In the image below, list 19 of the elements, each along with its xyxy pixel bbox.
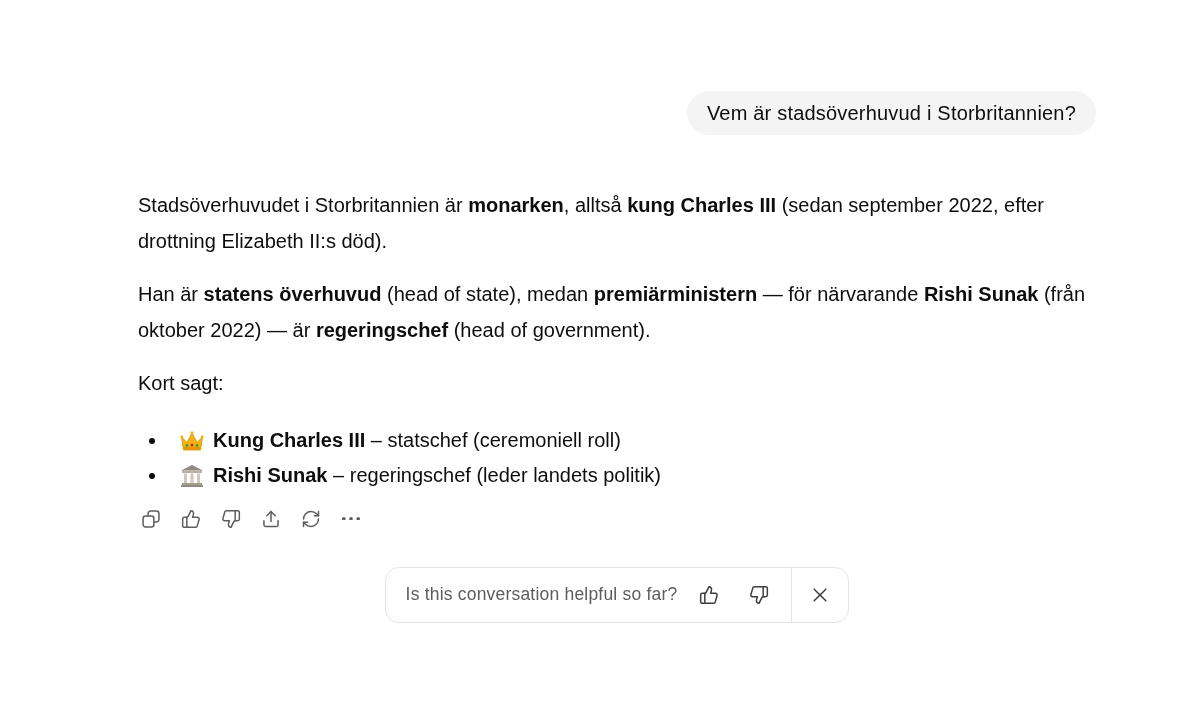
copy-icon [141, 508, 161, 529]
thumbs-down-icon [749, 584, 770, 605]
share-icon [261, 508, 281, 529]
message-paragraph: Kort sagt: [138, 371, 225, 396]
bullet-icon [149, 438, 155, 444]
list-item-text: Kung Charles III – statschef (ceremoniell roll) [213, 428, 621, 454]
message-paragraph: Han är statens överhuvud (head of state), medan premiärministern — för närvarande Rishi Sunak (från oktober 2022) — är regeringschef (head of government). [138, 282, 1087, 343]
crown-icon [180, 431, 204, 451]
refresh-icon [301, 508, 321, 529]
user-message-bubble: Vem är stadsöverhuvud i Storbritannien? [686, 91, 1096, 135]
list-item-text: Rishi Sunak – regeringschef (leder landets politik) [213, 463, 661, 489]
columned-building-icon [181, 464, 203, 488]
message-paragraph: Stadsöverhuvudet i Storbritannien är monarken, alltså kung Charles III (sedan september 2022, efter drottning Elizabeth II:s död). [138, 193, 1046, 254]
thumbs-down-icon [221, 508, 241, 529]
thumbs-up-icon [181, 508, 201, 529]
more-icon [342, 516, 360, 521]
thumbs-up-icon [699, 584, 720, 605]
bullet-icon [149, 473, 155, 479]
feedback-question: Is this conversation helpful so far? [404, 583, 679, 606]
